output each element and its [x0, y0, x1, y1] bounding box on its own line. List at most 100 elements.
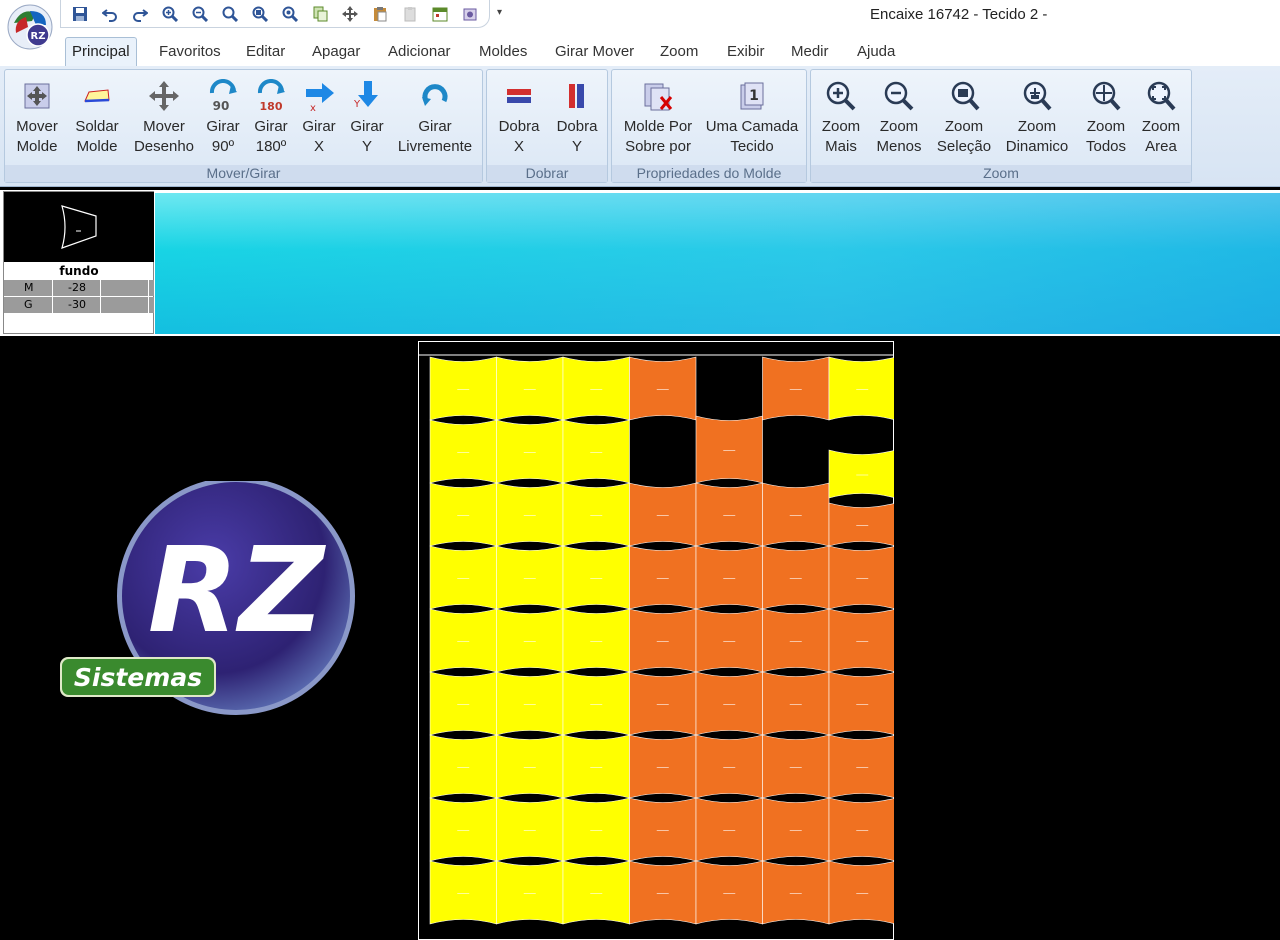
zoom-all-icon[interactable] [275, 2, 305, 26]
size-row-g[interactable]: G -30 [4, 297, 154, 313]
settings-icon[interactable] [455, 2, 485, 26]
marker-piece[interactable] [695, 545, 763, 610]
girar-180-button[interactable]: 180 Girar 180º [249, 76, 293, 164]
marker-piece[interactable] [762, 671, 830, 736]
marker-piece[interactable] [496, 356, 564, 421]
marker-piece[interactable] [629, 671, 697, 736]
marker-piece[interactable] [828, 797, 894, 862]
piece-card-fundo[interactable]: fundo M -28 G -30 [3, 191, 154, 334]
marker-piece[interactable] [629, 860, 697, 925]
marker-piece[interactable] [828, 734, 894, 799]
tab-zoom[interactable]: Zoom [654, 42, 704, 66]
marker-piece[interactable] [429, 419, 497, 484]
zoom-menos-button[interactable]: Zoom Menos [873, 76, 925, 164]
size-row-m[interactable]: M -28 [4, 280, 154, 296]
zoom-selection-icon[interactable] [245, 2, 275, 26]
molde-por-sobre-por-button[interactable]: Molde Por Sobre por [618, 76, 698, 164]
marker-piece[interactable] [828, 545, 894, 610]
marker-piece[interactable] [762, 608, 830, 673]
tab-exibir[interactable]: Exibir [721, 42, 771, 66]
tab-girar-mover[interactable]: Girar Mover [549, 42, 640, 66]
marker-piece[interactable] [629, 608, 697, 673]
marker-piece[interactable] [762, 797, 830, 862]
marker-piece[interactable] [828, 356, 894, 421]
marker-piece[interactable] [562, 545, 630, 610]
marker-piece[interactable] [695, 797, 763, 862]
zoom-dinamico-button[interactable]: Zoom Dinamico [999, 76, 1075, 164]
marker-piece[interactable] [429, 734, 497, 799]
girar-x-button[interactable]: x Girar X [297, 76, 341, 164]
zoom-selecao-button[interactable]: Zoom Seleção [933, 76, 995, 164]
marker-piece[interactable] [429, 545, 497, 610]
marker-piece[interactable] [429, 482, 497, 547]
marker-piece[interactable] [695, 608, 763, 673]
tab-editar[interactable]: Editar [240, 42, 291, 66]
marker-canvas[interactable]: RZ Sistemas [0, 338, 1280, 940]
tab-favoritos[interactable]: Favoritos [153, 42, 227, 66]
girar-y-button[interactable]: Y Girar Y [345, 76, 389, 164]
marker-piece[interactable] [629, 482, 697, 547]
redo-icon[interactable] [125, 2, 155, 26]
tab-moldes[interactable]: Moldes [473, 42, 533, 66]
zoom-mais-button[interactable]: Zoom Mais [817, 76, 865, 164]
marker-piece[interactable] [828, 671, 894, 736]
undo-icon[interactable] [95, 2, 125, 26]
marker-piece[interactable] [562, 860, 630, 925]
marker-piece[interactable] [762, 545, 830, 610]
copy-icon[interactable] [305, 2, 335, 26]
marker-piece[interactable] [496, 671, 564, 736]
save-icon[interactable] [65, 2, 95, 26]
tab-medir[interactable]: Medir [785, 42, 835, 66]
marker-piece[interactable] [562, 482, 630, 547]
marker-piece[interactable] [496, 860, 564, 925]
marker-piece[interactable] [629, 734, 697, 799]
marker-piece[interactable] [562, 608, 630, 673]
marker-piece[interactable] [762, 356, 830, 421]
marker-piece[interactable] [562, 419, 630, 484]
marker-piece[interactable] [629, 797, 697, 862]
marker-piece[interactable] [629, 356, 697, 421]
marker-layout[interactable] [418, 341, 894, 940]
marker-piece[interactable] [562, 671, 630, 736]
tab-adicionar[interactable]: Adicionar [382, 42, 457, 66]
marker-piece[interactable] [429, 860, 497, 925]
uma-camada-tecido-button[interactable]: 1 Uma Camada Tecido [704, 76, 800, 164]
marker-piece[interactable] [828, 860, 894, 925]
zoom-todos-button[interactable]: Zoom Todos [1081, 76, 1131, 164]
marker-piece[interactable] [496, 608, 564, 673]
zoom-in-icon[interactable] [155, 2, 185, 26]
qat-dropdown-icon[interactable]: ▾ [497, 7, 502, 18]
marker-piece[interactable] [496, 734, 564, 799]
marker-piece[interactable] [496, 482, 564, 547]
soldar-molde-button[interactable]: Soldar Molde [69, 76, 125, 164]
tab-principal[interactable]: Principal [65, 37, 137, 67]
zoom-fit-icon[interactable] [215, 2, 245, 26]
marker-piece[interactable] [695, 734, 763, 799]
marker-piece[interactable] [629, 545, 697, 610]
marker-piece[interactable] [828, 502, 894, 547]
marker-piece[interactable] [562, 356, 630, 421]
move-icon[interactable] [335, 2, 365, 26]
marker-piece[interactable] [562, 734, 630, 799]
zoom-area-button[interactable]: Zoom Area [1137, 76, 1185, 164]
mover-desenho-button[interactable]: Mover Desenho [133, 76, 195, 164]
girar-90-button[interactable]: 90 Girar 90º [201, 76, 245, 164]
marker-piece[interactable] [695, 671, 763, 736]
marker-piece[interactable] [695, 482, 763, 547]
marker-piece[interactable] [496, 797, 564, 862]
marker-piece[interactable] [828, 608, 894, 673]
marker-piece[interactable] [562, 797, 630, 862]
marker-piece[interactable] [762, 734, 830, 799]
dobra-x-button[interactable]: Dobra X [495, 76, 543, 164]
calendar-icon[interactable] [425, 2, 455, 26]
marker-piece[interactable] [762, 860, 830, 925]
marker-piece[interactable] [695, 860, 763, 925]
girar-livremente-button[interactable]: Girar Livremente [395, 76, 475, 164]
marker-piece[interactable] [762, 482, 830, 547]
marker-piece[interactable] [429, 797, 497, 862]
paste-icon[interactable] [365, 2, 395, 26]
app-menu-button[interactable]: RZ [6, 3, 54, 51]
marker-piece[interactable] [496, 545, 564, 610]
marker-piece[interactable] [429, 608, 497, 673]
marker-piece[interactable] [496, 419, 564, 484]
